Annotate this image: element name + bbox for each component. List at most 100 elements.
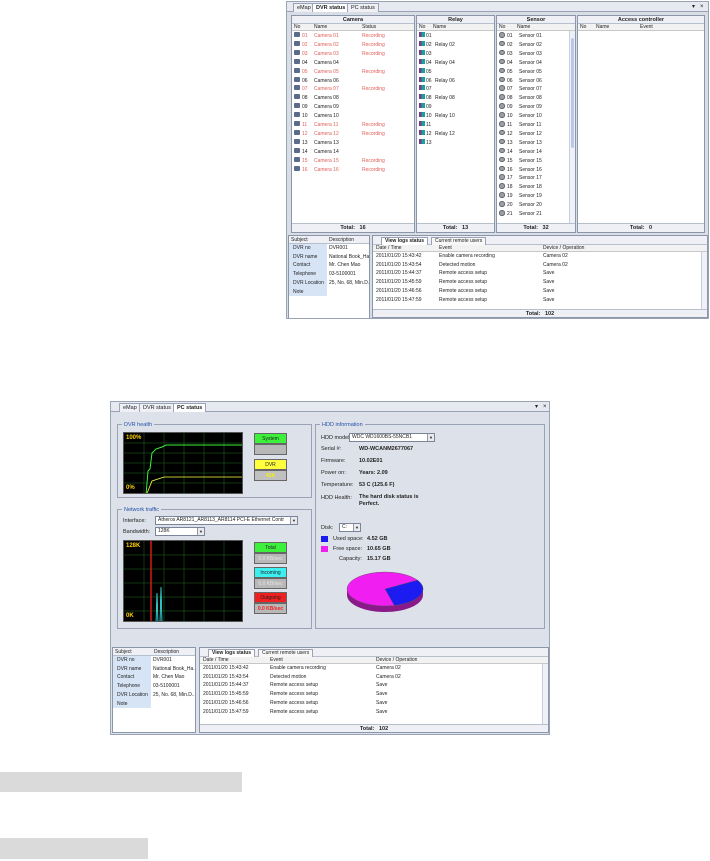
chevron-down-icon[interactable]: ▼ — [427, 434, 434, 441]
table-row[interactable]: 20 Sensor 20 — [497, 201, 568, 210]
col-description[interactable]: Description — [154, 648, 179, 656]
col-device[interactable]: Device / Operation — [376, 657, 417, 664]
table-row[interactable]: 12 Relay 12 — [417, 129, 494, 139]
scroll-thumb[interactable] — [571, 38, 574, 148]
table-row[interactable]: 15 Sensor 15 — [497, 156, 568, 166]
close-icon[interactable]: × — [543, 403, 547, 411]
table-row[interactable]: 02 Sensor 02 — [497, 40, 568, 50]
table-row[interactable]: 09 Sensor 09 — [497, 103, 568, 112]
chevron-down-icon[interactable]: ▼ — [353, 524, 360, 531]
interface-select[interactable]: Atheros AR8121_AR8113_AR8114 PCI-E Ether… — [155, 516, 298, 525]
col-status[interactable]: Status — [362, 24, 376, 31]
col-device[interactable]: Device / Operation — [543, 245, 584, 252]
table-row[interactable]: 2011/01/20 15:46:56 Remote access setup Sa… — [373, 287, 700, 296]
table-row[interactable]: 2011/01/20 15:44:37 Remote access setup Sa… — [200, 681, 541, 690]
close-icon[interactable]: × — [700, 3, 704, 11]
tab-emap[interactable]: eMap — [119, 403, 141, 412]
table-row[interactable]: 2011/01/20 15:43:54 Detected motion Camera… — [373, 261, 700, 270]
info-row[interactable]: Note — [289, 287, 369, 297]
info-row[interactable]: Contact Mr. Chen Mao — [289, 261, 369, 271]
table-row[interactable]: 2011/01/20 15:47:59 Remote access setup Sa… — [373, 296, 700, 305]
bandwidth-select[interactable]: 128K ▼ — [155, 527, 205, 536]
table-row[interactable]: 04 Camera 04 — [292, 58, 414, 68]
table-row[interactable]: 01 Camera 01 Recording — [292, 32, 414, 41]
table-row[interactable]: 07 — [417, 85, 494, 94]
table-row[interactable]: 11 Sensor 11 — [497, 121, 568, 130]
tab-view-logs[interactable]: View logs status — [208, 649, 256, 657]
chevron-down-icon[interactable]: ▼ — [197, 528, 204, 535]
table-row[interactable]: 10 Sensor 10 — [497, 112, 568, 121]
col-name[interactable]: Name — [517, 24, 530, 31]
pin-icon[interactable]: ▾ — [692, 3, 695, 11]
log-scrollbar[interactable] — [701, 252, 707, 309]
table-row[interactable]: 2011/01/20 15:43:42 Enable camera recordi… — [373, 252, 700, 261]
table-row[interactable]: 19 Sensor 19 — [497, 192, 568, 201]
info-row[interactable]: DVR no DVR001 — [289, 244, 369, 253]
table-row[interactable]: 14 Camera 14 — [292, 147, 414, 157]
table-row[interactable]: 14 Sensor 14 — [497, 147, 568, 157]
col-no[interactable]: No — [419, 24, 425, 31]
col-subject[interactable]: Subject — [115, 648, 132, 656]
table-row[interactable]: 13 Sensor 13 — [497, 138, 568, 148]
table-row[interactable]: 09 — [417, 103, 494, 112]
disk-select[interactable]: C: ▼ — [339, 523, 361, 532]
table-row[interactable]: 09 Camera 09 — [292, 103, 414, 112]
table-row[interactable]: 07 Camera 07 Recording — [292, 85, 414, 94]
table-row[interactable]: 04 Relay 04 — [417, 58, 494, 68]
col-date[interactable]: Date / Time — [376, 245, 402, 252]
info-row[interactable]: DVR name National Book_Ha.. — [289, 252, 369, 262]
table-row[interactable]: 10 Camera 10 — [292, 112, 414, 121]
info-row[interactable]: Telephone 03-5100001 — [289, 270, 369, 279]
col-name[interactable]: Name — [596, 24, 609, 31]
tab-dvr-status[interactable]: DVR status — [139, 403, 175, 412]
table-row[interactable]: 16 Sensor 16 — [497, 165, 568, 175]
tab-remote-users[interactable]: Current remote users — [431, 237, 487, 245]
pin-icon[interactable]: ▾ — [535, 403, 538, 411]
col-event[interactable]: Event — [439, 245, 452, 252]
table-row[interactable]: 02 Relay 02 — [417, 40, 494, 50]
tab-view-logs[interactable]: View logs status — [381, 237, 429, 245]
table-row[interactable]: 10 Relay 10 — [417, 112, 494, 121]
table-row[interactable]: 06 Sensor 06 — [497, 76, 568, 86]
tab-pc-status[interactable]: PC status — [173, 403, 207, 412]
col-no[interactable]: No — [499, 24, 505, 31]
table-row[interactable]: 05 Sensor 05 — [497, 67, 568, 77]
tab-dvr-status[interactable]: DVR status — [312, 3, 350, 12]
table-row[interactable]: 2011/01/20 15:43:42 Enable camera recordi… — [200, 664, 541, 673]
table-row[interactable]: 13 Camera 13 — [292, 138, 414, 148]
col-event[interactable]: Event — [270, 657, 283, 664]
col-name[interactable]: Name — [433, 24, 446, 31]
table-row[interactable]: 16 Camera 16 Recording — [292, 165, 414, 175]
table-row[interactable]: 06 Camera 06 — [292, 76, 414, 86]
table-row[interactable]: 21 Sensor 21 — [497, 210, 568, 219]
hdd-model-select[interactable]: WDC WD1600BS-55NCB1 ▼ — [349, 433, 435, 442]
table-row[interactable]: 02 Camera 02 Recording — [292, 40, 414, 50]
table-row[interactable]: 18 Sensor 18 — [497, 183, 568, 192]
info-row[interactable]: Telephone 03-5100001 — [113, 682, 195, 691]
col-no[interactable]: No — [294, 24, 300, 31]
table-row[interactable]: 12 Sensor 12 — [497, 129, 568, 139]
col-date[interactable]: Date / Time — [203, 657, 229, 664]
info-row[interactable]: DVR Location 25, No. 68, Min.D.. — [289, 278, 369, 288]
info-row[interactable]: DVR no DVR001 — [113, 656, 195, 665]
table-row[interactable]: 15 Camera 15 Recording — [292, 156, 414, 166]
table-row[interactable]: 01 Sensor 01 — [497, 32, 568, 41]
table-row[interactable]: 04 Sensor 04 — [497, 58, 568, 68]
table-row[interactable]: 05 — [417, 67, 494, 77]
table-row[interactable]: 03 — [417, 49, 494, 59]
table-row[interactable]: 2011/01/20 15:43:54 Detected motion Camera… — [200, 673, 541, 682]
table-row[interactable]: 2011/01/20 15:45:59 Remote access setup Sa… — [200, 690, 541, 699]
col-name[interactable]: Name — [314, 24, 327, 31]
col-event[interactable]: Event — [640, 24, 653, 31]
chevron-down-icon[interactable]: ▼ — [290, 517, 297, 524]
table-row[interactable]: 08 Relay 08 — [417, 94, 494, 103]
tab-remote-users[interactable]: Current remote users — [258, 649, 314, 657]
table-row[interactable]: 2011/01/20 15:47:59 Remote access setup Sa… — [200, 708, 541, 717]
sensor-scrollbar[interactable] — [569, 31, 575, 223]
table-row[interactable]: 08 Sensor 08 — [497, 94, 568, 103]
col-description[interactable]: Description — [329, 236, 354, 244]
table-row[interactable]: 2011/01/20 15:46:56 Remote access setup Sa… — [200, 699, 541, 708]
info-row[interactable]: Contact Mr. Chen Mao — [113, 673, 195, 683]
table-row[interactable]: 11 Camera 11 Recording — [292, 121, 414, 130]
table-row[interactable]: 03 Sensor 03 — [497, 49, 568, 59]
